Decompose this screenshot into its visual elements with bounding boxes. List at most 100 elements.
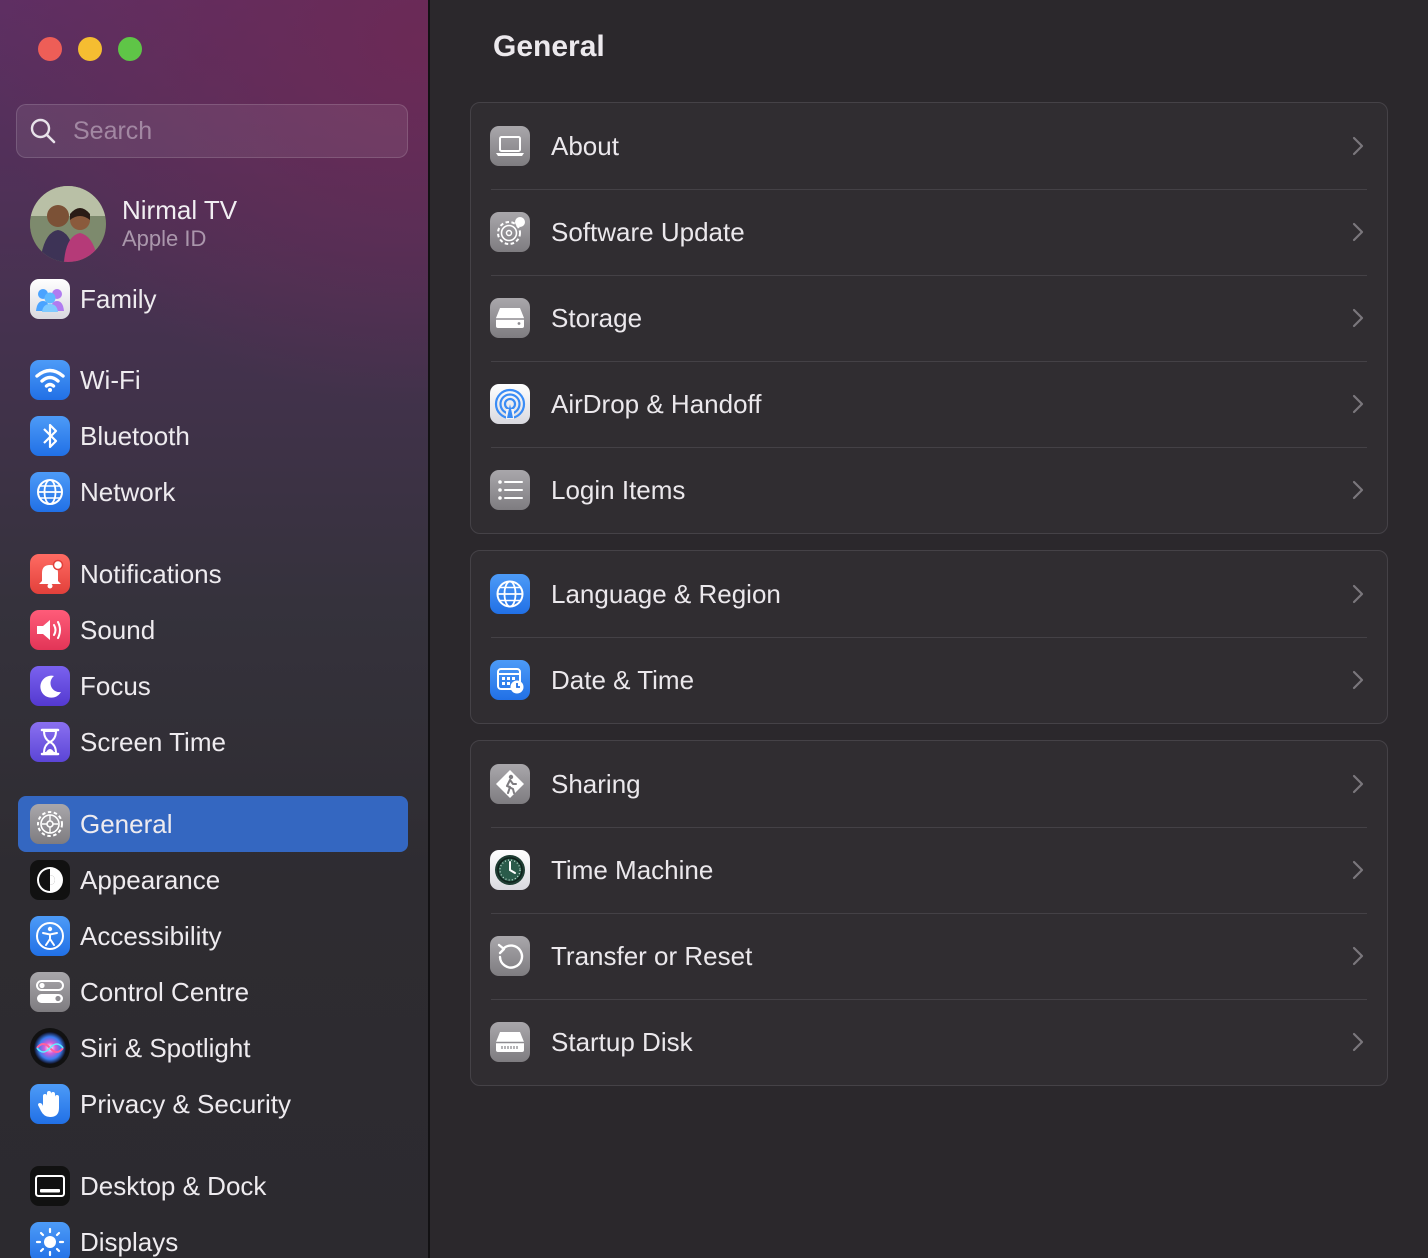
sidebar-item-desktop-dock[interactable]: Desktop & Dock [18, 1158, 408, 1214]
chevron-right-icon [1352, 136, 1364, 156]
accessibility-icon [30, 916, 70, 956]
row-time-machine[interactable]: Time Machine [471, 827, 1387, 913]
bell-icon [30, 554, 70, 594]
sidebar-item-screen-time[interactable]: Screen Time [18, 714, 408, 770]
chevron-right-icon [1352, 670, 1364, 690]
window-controls [38, 37, 142, 61]
row-language-region[interactable]: Language & Region [471, 551, 1387, 637]
row-label: Date & Time [551, 664, 695, 695]
row-sharing[interactable]: Sharing [471, 741, 1387, 827]
sidebar-item-control-centre[interactable]: Control Centre [18, 964, 408, 1020]
sidebar-item-label: Appearance [80, 864, 221, 895]
row-airdrop-handoff[interactable]: AirDrop & Handoff [471, 361, 1387, 447]
row-startup-disk[interactable]: Startup Disk [471, 999, 1387, 1085]
close-window-button[interactable] [38, 37, 62, 61]
row-label: About [551, 130, 619, 161]
profile-subtitle: Apple ID [122, 226, 207, 251]
row-label: Login Items [551, 474, 686, 505]
hourglass-icon [30, 722, 70, 762]
chevron-right-icon [1352, 394, 1364, 414]
sidebar-item-siri-spotlight[interactable]: Siri & Spotlight [18, 1020, 408, 1076]
moon-icon [30, 666, 70, 706]
startup-disk-icon [490, 1022, 530, 1062]
sidebar-item-network[interactable]: Network [18, 464, 408, 520]
list-icon [490, 470, 530, 510]
family-icon [30, 279, 70, 319]
apple-id-profile[interactable]: Nirmal TV Apple ID [30, 186, 237, 262]
row-login-items[interactable]: Login Items [471, 447, 1387, 533]
row-label: Transfer or Reset [551, 940, 753, 971]
sidebar-item-label: Focus [80, 670, 151, 701]
search-field[interactable] [16, 104, 408, 158]
row-label: Language & Region [551, 578, 781, 609]
chevron-right-icon [1352, 946, 1364, 966]
airdrop-icon [490, 384, 530, 424]
row-storage[interactable]: Storage [471, 275, 1387, 361]
bluetooth-icon [30, 416, 70, 456]
chevron-right-icon [1352, 860, 1364, 880]
laptop-icon [490, 126, 530, 166]
chevron-right-icon [1352, 308, 1364, 328]
sidebar-item-label: Network [80, 476, 176, 507]
chevron-right-icon [1352, 222, 1364, 242]
sidebar-item-appearance[interactable]: Appearance [18, 852, 408, 908]
sidebar-item-label: Displays [80, 1226, 179, 1257]
settings-group: About Software Update Storage AirDrop & … [470, 102, 1388, 534]
minimize-window-button[interactable] [78, 37, 102, 61]
row-transfer-reset[interactable]: Transfer or Reset [471, 913, 1387, 999]
row-label: AirDrop & Handoff [551, 388, 762, 419]
sidebar-item-label: Screen Time [80, 726, 226, 757]
calendar-clock-icon [490, 660, 530, 700]
sidebar: Nirmal TV Apple ID Family [0, 0, 430, 1258]
dock-icon [30, 1166, 70, 1206]
toggles-icon [30, 972, 70, 1012]
settings-group: Sharing Time Machine Transfer or Reset S… [470, 740, 1388, 1086]
sidebar-item-label: General [80, 808, 173, 839]
sidebar-item-label: Desktop & Dock [80, 1170, 267, 1201]
sidebar-item-label: Control Centre [80, 976, 250, 1007]
zoom-window-button[interactable] [118, 37, 142, 61]
row-label: Sharing [551, 768, 641, 799]
search-input[interactable] [71, 115, 375, 147]
sidebar-item-focus[interactable]: Focus [18, 658, 408, 714]
sidebar-item-accessibility[interactable]: Accessibility [18, 908, 408, 964]
wifi-icon [30, 360, 70, 400]
sharing-icon [490, 764, 530, 804]
chevron-right-icon [1352, 1032, 1364, 1052]
row-software-update[interactable]: Software Update [471, 189, 1387, 275]
row-label: Software Update [551, 216, 745, 247]
chevron-right-icon [1352, 774, 1364, 794]
chevron-right-icon [1352, 584, 1364, 604]
globe-icon [490, 574, 530, 614]
sidebar-item-bluetooth[interactable]: Bluetooth [18, 408, 408, 464]
row-label: Startup Disk [551, 1026, 693, 1057]
globe-icon [30, 472, 70, 512]
time-machine-icon [490, 850, 530, 890]
siri-icon [30, 1028, 70, 1068]
row-about[interactable]: About [471, 103, 1387, 189]
drive-icon [490, 298, 530, 338]
sidebar-item-privacy-security[interactable]: Privacy & Security [18, 1076, 408, 1132]
search-icon [30, 118, 56, 144]
row-date-time[interactable]: Date & Time [471, 637, 1387, 723]
speaker-icon [30, 610, 70, 650]
appearance-icon [30, 860, 70, 900]
main-content: General About Software Update Storage Ai… [430, 0, 1428, 1258]
sidebar-item-label: Notifications [80, 558, 222, 589]
sidebar-item-label: Privacy & Security [80, 1088, 291, 1119]
gear-badge-icon [490, 212, 530, 252]
sidebar-item-displays[interactable]: Displays [18, 1214, 408, 1258]
sidebar-item-label: Siri & Spotlight [80, 1032, 251, 1063]
sidebar-item-general[interactable]: General [18, 796, 408, 852]
sidebar-item-family[interactable]: Family [18, 271, 408, 327]
sidebar-item-sound[interactable]: Sound [18, 602, 408, 658]
profile-name: Nirmal TV [122, 195, 238, 225]
sidebar-item-wifi[interactable]: Wi-Fi [18, 352, 408, 408]
sidebar-item-notifications[interactable]: Notifications [18, 546, 408, 602]
sun-icon [30, 1222, 70, 1258]
settings-group: Language & Region Date & Time [470, 550, 1388, 724]
sidebar-item-label: Family [80, 283, 157, 314]
system-settings-window: Nirmal TV Apple ID Family [0, 0, 1428, 1258]
sidebar-item-label: Accessibility [80, 920, 222, 951]
row-label: Time Machine [551, 854, 714, 885]
